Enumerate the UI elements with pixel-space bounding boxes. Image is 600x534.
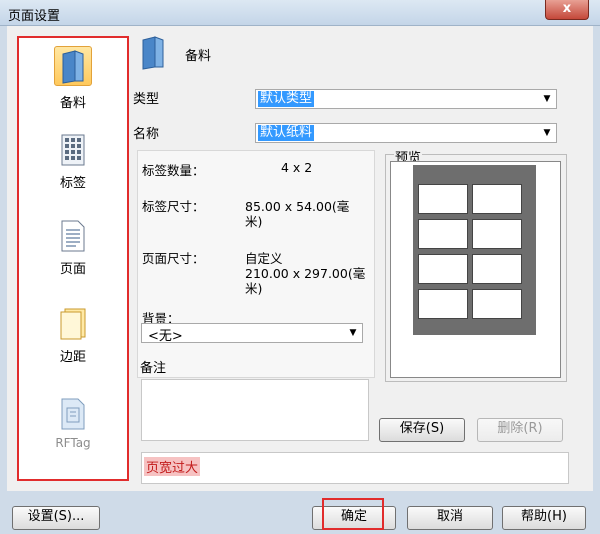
- document-folder-icon: [62, 50, 84, 84]
- preview-label-cell: [472, 219, 522, 249]
- delete-button[interactable]: 删除(R): [477, 418, 563, 442]
- preview-label-cell: [472, 254, 522, 284]
- preview-label-cell: [418, 184, 468, 214]
- document-folder-icon: [142, 36, 164, 70]
- nav-item-label: 页面: [59, 262, 86, 277]
- settings-button[interactable]: 设置(S)...: [12, 506, 100, 530]
- name-value: 默认纸料: [258, 125, 315, 141]
- label-count-value: 4 x 2: [281, 160, 313, 175]
- dialog-frame: 备料 标签 页面 边距 RFTag 备料 类型 默认类型 ▼ 名称 默认纸料 ▼…: [0, 26, 600, 534]
- preview-label-cell: [472, 289, 522, 319]
- name-dropdown[interactable]: 默认纸料 ▼: [255, 123, 557, 143]
- nav-item-label: 标签: [59, 176, 86, 191]
- rftag-icon: [61, 398, 85, 430]
- title-bar: 页面设置 x: [0, 0, 600, 26]
- page-size-value: 210.00 x 297.00(毫: [245, 266, 366, 281]
- chevron-down-icon: ▼: [543, 128, 551, 138]
- preview-label-cell: [418, 289, 468, 319]
- status-box: 页宽过大: [141, 452, 569, 484]
- preview-label-cell: [418, 254, 468, 284]
- type-dropdown[interactable]: 默认类型 ▼: [255, 89, 557, 109]
- nav-item-prep[interactable]: 备料: [19, 46, 127, 111]
- ok-button-highlight: [322, 498, 384, 530]
- category-nav: 备料 标签 页面 边距 RFTag: [17, 36, 129, 481]
- label-size-label: 标签尺寸：: [142, 199, 205, 214]
- window-title: 页面设置: [8, 9, 61, 24]
- label-size-unit: 米): [245, 214, 263, 229]
- nav-item-label-settings[interactable]: 标签: [19, 134, 127, 191]
- cancel-button[interactable]: 取消: [407, 506, 493, 530]
- chevron-down-icon: ▼: [349, 328, 357, 338]
- save-button[interactable]: 保存(S): [379, 418, 465, 442]
- margin-pages-icon: [60, 308, 86, 340]
- type-label: 类型: [133, 92, 160, 107]
- name-label: 名称: [133, 127, 160, 142]
- page-size-unit: 米): [245, 281, 263, 296]
- type-value: 默认类型: [258, 91, 315, 107]
- nav-item-page[interactable]: 页面: [19, 220, 127, 277]
- page-icon: [61, 220, 85, 252]
- nav-item-rftag[interactable]: RFTag: [19, 398, 127, 450]
- note-label: 备注: [140, 361, 167, 376]
- label-count-label: 标签数量：: [142, 163, 205, 178]
- background-value: <无>: [148, 329, 183, 344]
- nav-item-label: 备料: [59, 96, 86, 111]
- background-dropdown[interactable]: <无> ▼: [141, 323, 363, 344]
- preview-label-cell: [472, 184, 522, 214]
- close-button[interactable]: x: [545, 0, 589, 20]
- dialog-content: 备料 标签 页面 边距 RFTag 备料 类型 默认类型 ▼ 名称 默认纸料 ▼…: [7, 26, 593, 491]
- error-message: 页宽过大: [144, 457, 201, 476]
- page-size-label: 页面尺寸：: [142, 251, 205, 266]
- label-grid-icon: [61, 134, 85, 166]
- chevron-down-icon: ▼: [543, 94, 551, 104]
- preview-label-cell: [418, 219, 468, 249]
- nav-item-label: RFTag: [55, 436, 91, 450]
- note-textarea[interactable]: [141, 379, 369, 441]
- page-title: 备料: [185, 49, 212, 64]
- nav-item-margin[interactable]: 边距: [19, 308, 127, 365]
- help-button[interactable]: 帮助(H): [502, 506, 586, 530]
- nav-item-label: 边距: [59, 350, 86, 365]
